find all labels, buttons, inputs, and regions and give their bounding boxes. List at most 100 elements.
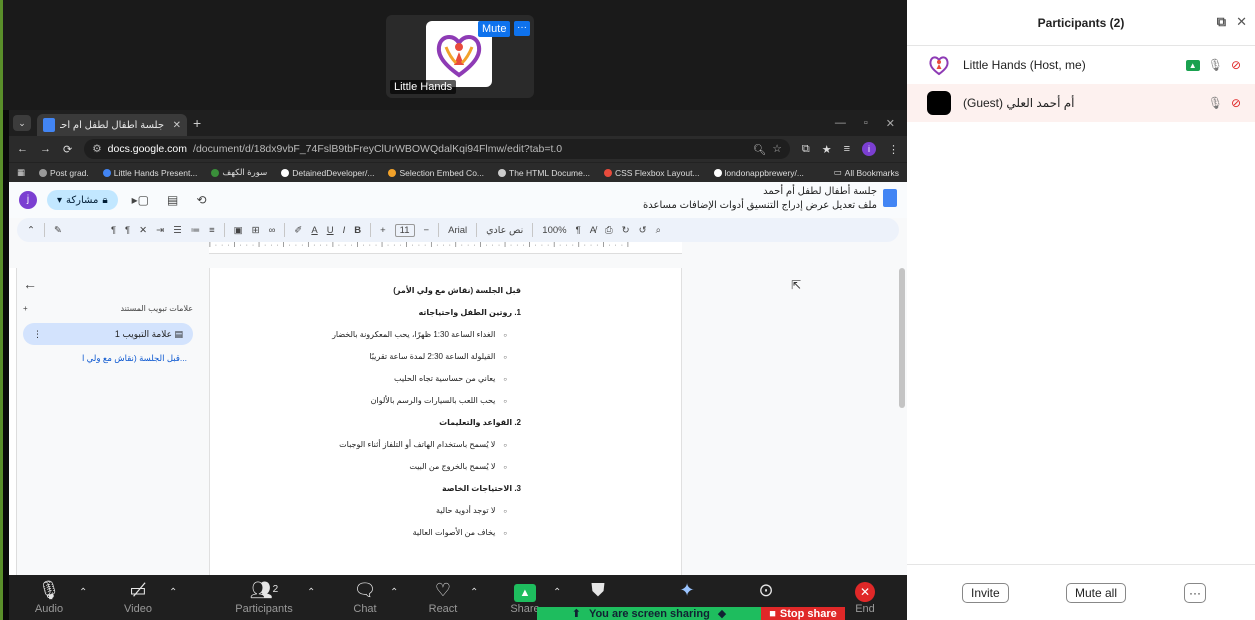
clear-format-icon[interactable]: ✕ — [139, 225, 147, 236]
docs-share-button[interactable]: ▾ مشاركة 🔒︎ — [47, 190, 118, 210]
align-icon[interactable]: ≡ — [209, 225, 215, 236]
editing-mode-icon[interactable]: ✎ — [54, 225, 62, 236]
docs-account-avatar[interactable]: j — [19, 191, 37, 209]
back-icon[interactable]: ← — [17, 143, 28, 155]
thumbnail-more-button[interactable]: ··· — [514, 21, 530, 36]
bookmark-item[interactable]: Selection Embed Co... — [388, 168, 484, 178]
panel-more-button[interactable]: ··· — [1184, 583, 1206, 603]
font-size-field[interactable]: 11 — [394, 223, 415, 237]
participant-row[interactable]: Little Hands (Host, me) ▲ 🎙︎ ⊘ — [907, 46, 1255, 84]
chat-button[interactable]: 🗨︎ Chat — [335, 579, 395, 615]
text-color-icon[interactable]: A — [311, 225, 317, 236]
zoom-select[interactable]: 100% — [542, 225, 566, 236]
document-title[interactable]: جلسة أطفال لطفل أم أحمد — [643, 186, 877, 197]
all-bookmarks[interactable]: ▭ All Bookmarks — [834, 167, 899, 178]
docs-menu-bar[interactable]: ملف تعديل عرض إدراج التنسيق أدوات الإضاف… — [643, 200, 877, 211]
self-video-thumbnail[interactable]: Mute ··· Little Hands — [386, 15, 534, 98]
indent-icon[interactable]: ⇥ — [156, 225, 164, 236]
restore-icon[interactable]: ▫ — [864, 117, 868, 130]
redo-icon[interactable]: ↻ — [622, 225, 630, 236]
outline-back-icon[interactable]: ← — [23, 276, 193, 292]
invite-button[interactable]: Invite — [962, 583, 1009, 603]
paint-format-icon[interactable]: ¶ — [576, 225, 581, 236]
numbered-list-icon[interactable]: ≔ — [191, 225, 201, 236]
undo-icon[interactable]: ↺ — [639, 225, 647, 236]
share-options-chevron-icon[interactable]: ⌃ — [553, 587, 561, 598]
chat-options-chevron-icon[interactable]: ⌃ — [390, 587, 398, 598]
italic-icon[interactable]: I — [343, 225, 346, 236]
tab-search-icon[interactable]: ⌄ — [13, 115, 31, 131]
more-button[interactable]: ⊙ — [736, 579, 796, 601]
zoom-lens-icon[interactable]: 🔍︎ — [753, 143, 766, 156]
ltr-icon[interactable]: ¶ — [111, 225, 116, 236]
apps-icon[interactable]: ▦ — [17, 167, 25, 178]
bookmark-item[interactable]: Little Hands Present... — [102, 168, 197, 178]
microphone-icon[interactable]: 🎙︎ — [1208, 96, 1223, 110]
video-off-icon[interactable]: ⊘ — [1231, 96, 1241, 110]
comments-icon[interactable]: ▤ — [167, 193, 178, 207]
meet-icon[interactable]: ▸▢ — [132, 193, 149, 207]
comment-add-icon[interactable]: ⊞ — [252, 225, 260, 236]
minimize-icon[interactable]: — — [835, 117, 846, 130]
image-icon[interactable]: ▣ — [234, 225, 243, 236]
video-options-chevron-icon[interactable]: ⌃ — [169, 587, 177, 598]
spellcheck-icon[interactable]: A̸ — [590, 225, 596, 236]
bookmark-item[interactable]: DetainedDeveloper/... — [281, 168, 374, 178]
link-icon[interactable]: ∞ — [269, 225, 276, 236]
mute-all-button[interactable]: Mute all — [1066, 583, 1127, 603]
rtl-icon[interactable]: ¶ — [125, 225, 130, 236]
browser-menu-icon[interactable]: ⋮ — [888, 143, 899, 156]
microphone-icon[interactable]: 🎙︎ — [1208, 58, 1223, 72]
add-tab-icon[interactable]: + — [23, 304, 28, 313]
font-size-minus-icon[interactable]: − — [424, 225, 430, 236]
ai-companion-button[interactable]: ✦ — [657, 579, 717, 601]
screen-sharing-banner[interactable]: ⬆ You are screen sharing ◆ — [537, 607, 761, 620]
ruler-scale[interactable]: ǀ · · · ǀ · · · ǀ · · · ǀ · · · ǀ · · · … — [209, 242, 682, 254]
history-icon[interactable]: ⟲ — [196, 193, 206, 207]
collapse-menus-icon[interactable]: ⌃ — [27, 225, 35, 236]
react-options-chevron-icon[interactable]: ⌃ — [470, 587, 478, 598]
bookmark-item[interactable]: سورة الكهف — [211, 167, 267, 178]
react-button[interactable]: ♡ React — [413, 579, 473, 615]
outline-tab-1[interactable]: ⋮ علامة التبويب 1 ▤ — [23, 323, 193, 345]
video-button[interactable]: ▭̸ Video — [108, 579, 168, 615]
reading-list-icon[interactable]: ≡ — [844, 143, 850, 155]
list-icon[interactable]: ☰ — [173, 225, 182, 236]
thumbnail-mute-button[interactable]: Mute — [478, 21, 511, 37]
tab-options-icon[interactable]: ⋮ — [33, 329, 42, 340]
bookmark-item[interactable]: CSS Flexbox Layout... — [603, 168, 700, 178]
url-field[interactable]: ⚙ docs.google.com/document/d/18dx9vbF_74… — [84, 139, 790, 159]
bookmark-item[interactable]: The HTML Docume... — [498, 168, 590, 178]
bookmark-star-icon[interactable]: ☆ — [772, 143, 781, 155]
bookmark-item[interactable]: Post grad. — [39, 168, 89, 178]
video-off-icon[interactable]: ⊘ — [1231, 58, 1241, 72]
bookmarks-icon[interactable]: ★ — [822, 143, 832, 156]
style-select[interactable]: نص عادي — [486, 225, 523, 236]
bold-icon[interactable]: B — [354, 225, 361, 236]
outline-section-link[interactable]: قبل الجلسة (نقاش مع ولي ا... — [23, 353, 193, 364]
participants-options-chevron-icon[interactable]: ⌃ — [307, 587, 315, 598]
underline-icon[interactable]: U — [327, 225, 334, 236]
browser-tab-active[interactable]: جلسة أطفال لطفل أم أحمد - مستندات ✕ — [37, 114, 187, 136]
close-window-icon[interactable]: ✕ — [886, 117, 895, 130]
pop-out-icon[interactable]: ⧉ — [1217, 14, 1226, 30]
bookmark-item[interactable]: londonappbrewery/... — [713, 168, 804, 178]
profile-avatar[interactable]: i — [862, 142, 876, 156]
docs-logo-icon[interactable] — [883, 189, 897, 207]
document-page[interactable]: قبل الجلسة (نقاش مع ولي الأمر) 1. روتين ا… — [209, 268, 682, 575]
extensions-icon[interactable]: ⧉ — [802, 143, 810, 156]
font-size-plus-icon[interactable]: + — [380, 225, 386, 236]
highlight-icon[interactable]: ✐ — [294, 225, 302, 236]
site-info-icon[interactable]: ⚙ — [92, 143, 101, 155]
close-panel-icon[interactable]: ✕ — [1236, 14, 1247, 30]
new-tab-icon[interactable]: + — [193, 115, 201, 131]
search-menus-icon[interactable]: ⌕ — [656, 225, 661, 236]
reload-icon[interactable]: ⟳ — [63, 143, 72, 156]
print-icon[interactable]: ⎙ — [605, 225, 613, 236]
docs-scrollbar[interactable] — [899, 268, 905, 408]
participant-row[interactable]: (Guest) أم أحمد العلي 🎙︎ ⊘ — [907, 84, 1255, 122]
participants-button[interactable]: 👥︎2 Participants — [224, 579, 304, 615]
forward-icon[interactable]: → — [40, 143, 51, 155]
audio-options-chevron-icon[interactable]: ⌃ — [79, 587, 87, 598]
security-button[interactable]: ⛊ — [568, 579, 628, 601]
